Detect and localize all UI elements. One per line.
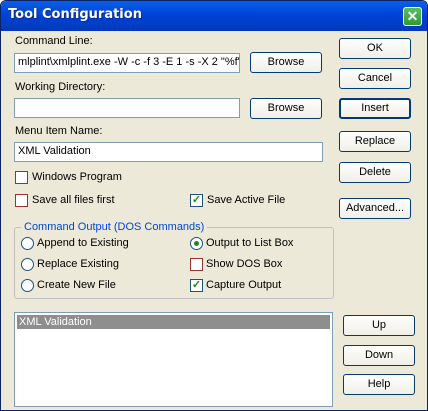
- show-dos-box-checkbox[interactable]: [190, 258, 203, 271]
- advanced-button[interactable]: Advanced...: [339, 198, 411, 219]
- move-down-button[interactable]: Down: [343, 345, 415, 366]
- output-to-list-box-label: Output to List Box: [206, 237, 294, 249]
- create-new-file-radio[interactable]: [21, 279, 34, 292]
- working-directory-label-text: Working Directory:: [15, 81, 106, 93]
- replace-existing-label: Replace Existing: [37, 258, 119, 270]
- working-directory-browse-button[interactable]: Browse: [250, 98, 322, 119]
- help-button[interactable]: Help: [343, 374, 415, 395]
- ok-button[interactable]: OK: [339, 38, 411, 59]
- close-icon[interactable]: ✕: [403, 7, 422, 26]
- show-dos-box-label: Show DOS Box: [206, 258, 283, 270]
- working-directory-label: Working Directory:: [15, 81, 105, 93]
- command-line-label: Command Line:: [15, 35, 93, 47]
- save-all-files-checkbox[interactable]: [15, 194, 28, 207]
- append-to-existing-label: Append to Existing: [37, 237, 129, 249]
- list-item[interactable]: XML Validation: [17, 315, 330, 329]
- capture-output-label: Capture Output: [206, 279, 282, 291]
- title-bar: Tool Configuration ✕: [1, 1, 427, 31]
- move-up-button[interactable]: Up: [343, 315, 415, 336]
- radio-selected-dot: [194, 241, 199, 246]
- insert-button[interactable]: Insert: [339, 98, 411, 119]
- command-line-label-text: Command Line:: [15, 35, 93, 47]
- window-title: Tool Configuration: [8, 7, 142, 22]
- append-to-existing-radio[interactable]: [21, 237, 34, 250]
- create-new-file-label: Create New File: [37, 279, 116, 291]
- replace-button[interactable]: Replace: [339, 131, 411, 152]
- menu-item-name-label: Menu Item Name:: [15, 125, 102, 137]
- save-all-files-label: Save all files first: [32, 194, 115, 206]
- windows-program-label: Windows Program: [32, 171, 122, 183]
- menu-item-name-input[interactable]: XML Validation: [14, 142, 323, 162]
- capture-output-checkbox[interactable]: ✓: [190, 279, 203, 292]
- dialog-body: Command Line: mlplint\xmlplint.exe -W -c…: [1, 31, 427, 410]
- command-output-group-title: Command Output (DOS Commands): [21, 221, 208, 233]
- delete-button[interactable]: Delete: [339, 162, 411, 183]
- save-active-file-checkbox[interactable]: ✓: [190, 194, 203, 207]
- command-line-input[interactable]: mlplint\xmlplint.exe -W -c -f 3 -E 1 -s …: [14, 53, 240, 73]
- working-directory-input[interactable]: [14, 98, 240, 118]
- menu-item-name-label-text: Menu Item Name:: [15, 125, 103, 137]
- cancel-button[interactable]: Cancel: [339, 68, 411, 89]
- windows-program-checkbox[interactable]: [15, 171, 28, 184]
- save-active-file-label: Save Active File: [207, 194, 286, 206]
- output-to-list-box-radio[interactable]: [190, 237, 203, 250]
- replace-existing-radio[interactable]: [21, 258, 34, 271]
- command-line-browse-button[interactable]: Browse: [250, 52, 322, 73]
- tool-configuration-dialog: Tool Configuration ✕ Command Line: mlpli…: [0, 0, 428, 411]
- tools-list[interactable]: XML Validation: [14, 312, 333, 407]
